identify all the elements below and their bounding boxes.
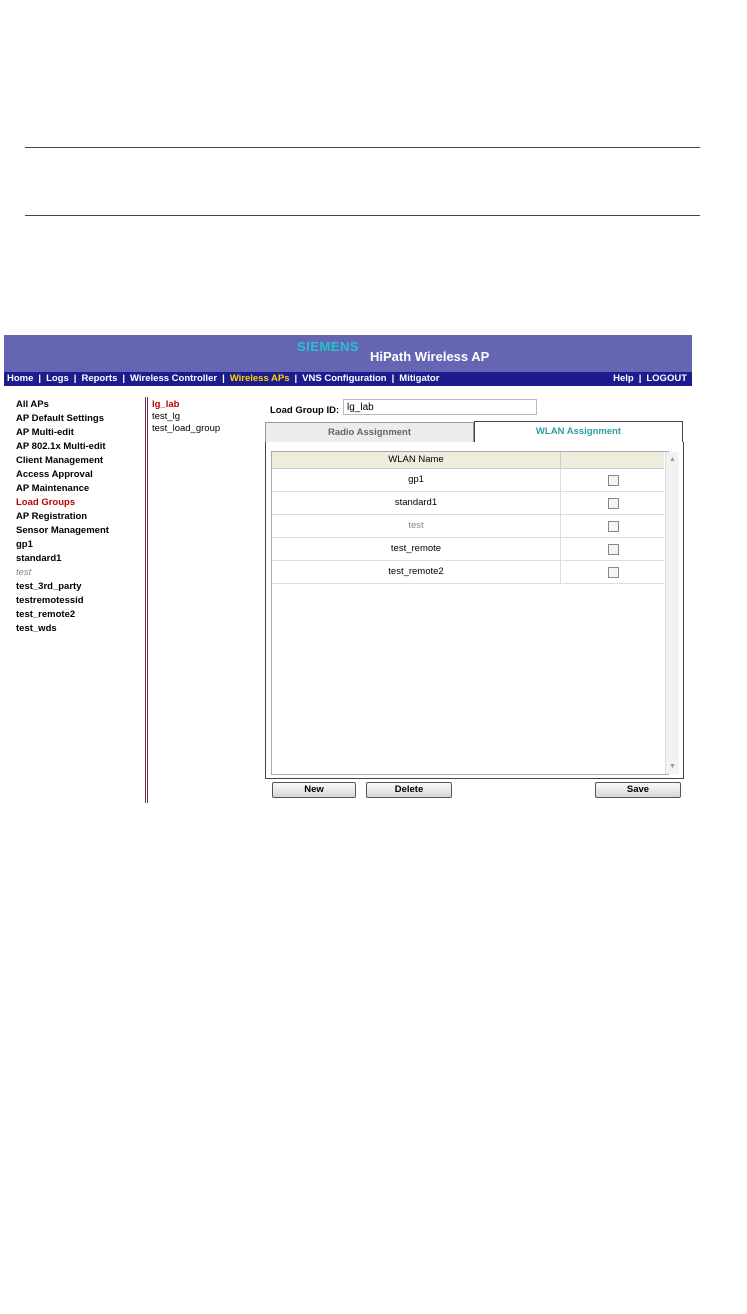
- nav-mitigator[interactable]: Mitigator: [399, 373, 439, 384]
- table-row: test: [272, 515, 664, 538]
- assign-checkbox[interactable]: [608, 498, 619, 509]
- load-group-list: lg_lab test_lg test_load_group: [152, 399, 220, 435]
- assign-cell: [561, 492, 664, 514]
- load-group-item-test-load-group[interactable]: test_load_group: [152, 423, 220, 435]
- assign-checkbox[interactable]: [608, 567, 619, 578]
- nav-separator: |: [122, 373, 126, 384]
- column-header-wlan-name[interactable]: WLAN Name: [272, 452, 561, 468]
- wlan-table: WLAN Name gp1 standard1 test test_remote…: [271, 451, 679, 775]
- sidebar-item-ap-maintenance[interactable]: AP Maintenance: [16, 482, 109, 496]
- load-group-item-test-lg[interactable]: test_lg: [152, 411, 220, 423]
- tab-wlan-assignment[interactable]: WLAN Assignment: [474, 421, 683, 443]
- sidebar: All APs AP Default Settings AP Multi-edi…: [16, 398, 109, 636]
- assign-cell: [561, 561, 664, 583]
- wlan-name-cell: test_remote: [272, 538, 561, 560]
- nav-right: Help | LOGOUT: [613, 372, 687, 386]
- sidebar-item-test-remote2[interactable]: test_remote2: [16, 608, 109, 622]
- table-row: test_remote: [272, 538, 664, 561]
- wlan-name-cell: gp1: [272, 469, 561, 491]
- save-button[interactable]: Save: [595, 782, 681, 798]
- assign-cell: [561, 538, 664, 560]
- top-rule: [25, 147, 700, 148]
- table-scrollbar[interactable]: ▲ ▼: [665, 452, 679, 774]
- scroll-down-arrow-icon[interactable]: ▼: [669, 763, 676, 770]
- sidebar-item-load-groups[interactable]: Load Groups: [16, 496, 109, 510]
- nav-home[interactable]: Home: [7, 373, 33, 384]
- nav-separator: |: [222, 373, 225, 384]
- delete-button[interactable]: Delete: [366, 782, 452, 798]
- nav-wireless-aps[interactable]: Wireless APs: [230, 373, 290, 384]
- sidebar-item-sensor-management[interactable]: Sensor Management: [16, 524, 109, 538]
- wlan-name-cell: test: [272, 515, 561, 537]
- assign-cell: [561, 469, 664, 491]
- nav-vns-configuration[interactable]: VNS Configuration: [302, 373, 386, 384]
- wlan-name-cell: test_remote2: [272, 561, 561, 583]
- bottom-rule: [25, 215, 700, 216]
- wlan-assignment-panel: WLAN Name gp1 standard1 test test_remote…: [265, 442, 684, 779]
- product-title: HiPath Wireless AP: [370, 349, 490, 364]
- brand-logo: SIEMENS: [297, 339, 360, 354]
- nav-logs[interactable]: Logs: [46, 373, 69, 384]
- nav-separator: |: [391, 373, 395, 384]
- load-group-id-label: Load Group ID:: [270, 405, 340, 416]
- header-banner: SIEMENS HiPath Wireless AP: [4, 335, 692, 372]
- nav-separator: |: [38, 373, 42, 384]
- nav-separator: |: [294, 373, 298, 384]
- table-header: WLAN Name: [272, 452, 664, 469]
- assign-checkbox[interactable]: [608, 521, 619, 532]
- table-row: standard1: [272, 492, 664, 515]
- wlan-name-cell: standard1: [272, 492, 561, 514]
- nav-logout[interactable]: LOGOUT: [646, 373, 687, 384]
- load-group-id-input[interactable]: [343, 399, 537, 415]
- nav-left: Home | Logs | Reports | Wireless Controller | Wi…: [7, 372, 439, 386]
- scroll-up-arrow-icon[interactable]: ▲: [669, 456, 676, 463]
- sidebar-divider: [145, 397, 146, 803]
- sidebar-item-test-wds[interactable]: test_wds: [16, 622, 109, 636]
- sidebar-item-gp1[interactable]: gp1: [16, 538, 109, 552]
- assign-cell: [561, 515, 664, 537]
- tab-radio-assignment[interactable]: Radio Assignment: [265, 422, 474, 443]
- sidebar-item-client-management[interactable]: Client Management: [16, 454, 109, 468]
- sidebar-item-standard1[interactable]: standard1: [16, 552, 109, 566]
- table-row: gp1: [272, 469, 664, 492]
- sidebar-item-all-aps[interactable]: All APs: [16, 398, 109, 412]
- sidebar-item-testremotessid[interactable]: testremotessid: [16, 594, 109, 608]
- sidebar-item-ap-default-settings[interactable]: AP Default Settings: [16, 412, 109, 426]
- sidebar-divider: [147, 397, 148, 803]
- load-group-item-lg-lab[interactable]: lg_lab: [152, 399, 220, 411]
- sidebar-item-ap-8021x-multi-edit[interactable]: AP 802.1x Multi-edit: [16, 440, 109, 454]
- sidebar-item-ap-multi-edit[interactable]: AP Multi-edit: [16, 426, 109, 440]
- assign-checkbox[interactable]: [608, 544, 619, 555]
- sidebar-item-test-3rd-party[interactable]: test_3rd_party: [16, 580, 109, 594]
- nav-separator: |: [73, 373, 77, 384]
- new-button[interactable]: New: [272, 782, 356, 798]
- nav-reports[interactable]: Reports: [81, 373, 117, 384]
- column-header-assign: [561, 452, 664, 468]
- nav-help[interactable]: Help: [613, 373, 634, 384]
- hipath-app-window: SIEMENS HiPath Wireless AP Home | Logs | Rep…: [4, 335, 692, 805]
- sidebar-item-access-approval[interactable]: Access Approval: [16, 468, 109, 482]
- top-navbar: Home | Logs | Reports | Wireless Controller | Wi…: [4, 372, 692, 386]
- sidebar-item-ap-registration[interactable]: AP Registration: [16, 510, 109, 524]
- table-row: test_remote2: [272, 561, 664, 584]
- sidebar-item-test[interactable]: test: [16, 566, 109, 580]
- assign-checkbox[interactable]: [608, 475, 619, 486]
- nav-separator: |: [638, 373, 642, 384]
- nav-wireless-controller[interactable]: Wireless Controller: [130, 373, 217, 384]
